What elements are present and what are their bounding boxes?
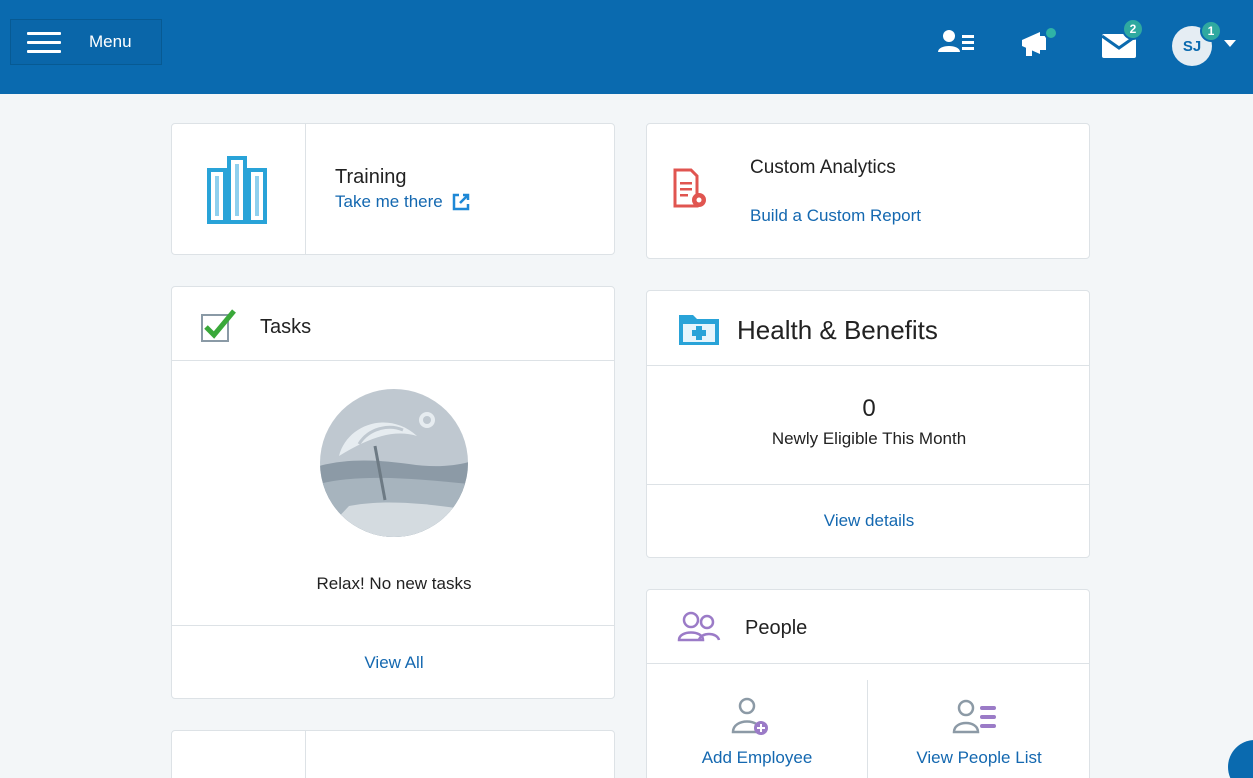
newly-eligible-label: Newly Eligible This Month [771, 429, 967, 448]
report-settings-icon [673, 168, 706, 208]
chevron-down-icon [1224, 40, 1236, 47]
avatar-badge: 1 [1200, 20, 1222, 42]
training-card: Training Take me there [171, 123, 615, 255]
add-employee-label: Add Employee [701, 748, 813, 767]
checkbox-checked-icon [201, 309, 236, 342]
external-link-icon [452, 193, 469, 211]
people-card: People Add Employee View People List [646, 589, 1090, 778]
health-benefits-card: Health & Benefits 0 Newly Eligible This … [646, 290, 1090, 558]
people-icon [677, 611, 721, 642]
training-link[interactable]: Take me there [335, 192, 471, 212]
health-benefits-title: Health & Benefits [737, 315, 938, 345]
training-library-icon [207, 156, 267, 224]
user-menu[interactable]: SJ 1 [1172, 20, 1238, 66]
training-link-label: Take me there [335, 192, 443, 211]
tasks-empty-message: Relax! No new tasks [316, 574, 472, 593]
tasks-card: Tasks Relax! No new tasks View All [171, 286, 615, 699]
view-details-link[interactable]: View details [647, 511, 1091, 531]
people-list-icon [952, 699, 996, 734]
view-all-tasks-link[interactable]: View All [172, 653, 616, 673]
beach-umbrella-illustration [320, 389, 468, 537]
menu-button[interactable]: Menu [10, 19, 162, 65]
view-people-list-action[interactable]: View People List [868, 690, 1090, 778]
tasks-title: Tasks [260, 316, 312, 338]
partial-card [171, 730, 615, 778]
analytics-title: Custom Analytics [750, 157, 896, 178]
training-title: Training [335, 166, 407, 188]
top-navigation-bar: Menu 2 SJ 1 [0, 0, 1253, 94]
directory-icon[interactable] [936, 22, 976, 62]
medical-folder-icon [679, 315, 719, 345]
hamburger-icon [27, 30, 61, 54]
menu-label: Menu [89, 32, 132, 51]
messages-badge: 2 [1122, 18, 1144, 40]
announcement-dot [1044, 26, 1058, 40]
help-chat-button[interactable] [1228, 740, 1253, 778]
add-employee-action[interactable]: Add Employee [647, 690, 867, 778]
build-custom-report-link[interactable]: Build a Custom Report [750, 206, 921, 226]
people-title: People [745, 617, 808, 639]
view-people-list-label: View People List [916, 748, 1042, 767]
add-person-icon [731, 697, 768, 735]
messages-icon[interactable]: 2 [1100, 18, 1148, 62]
custom-analytics-card: Custom Analytics Build a Custom Report [646, 123, 1090, 259]
announcements-icon[interactable] [1018, 22, 1066, 62]
newly-eligible-count: 0 [862, 395, 876, 422]
